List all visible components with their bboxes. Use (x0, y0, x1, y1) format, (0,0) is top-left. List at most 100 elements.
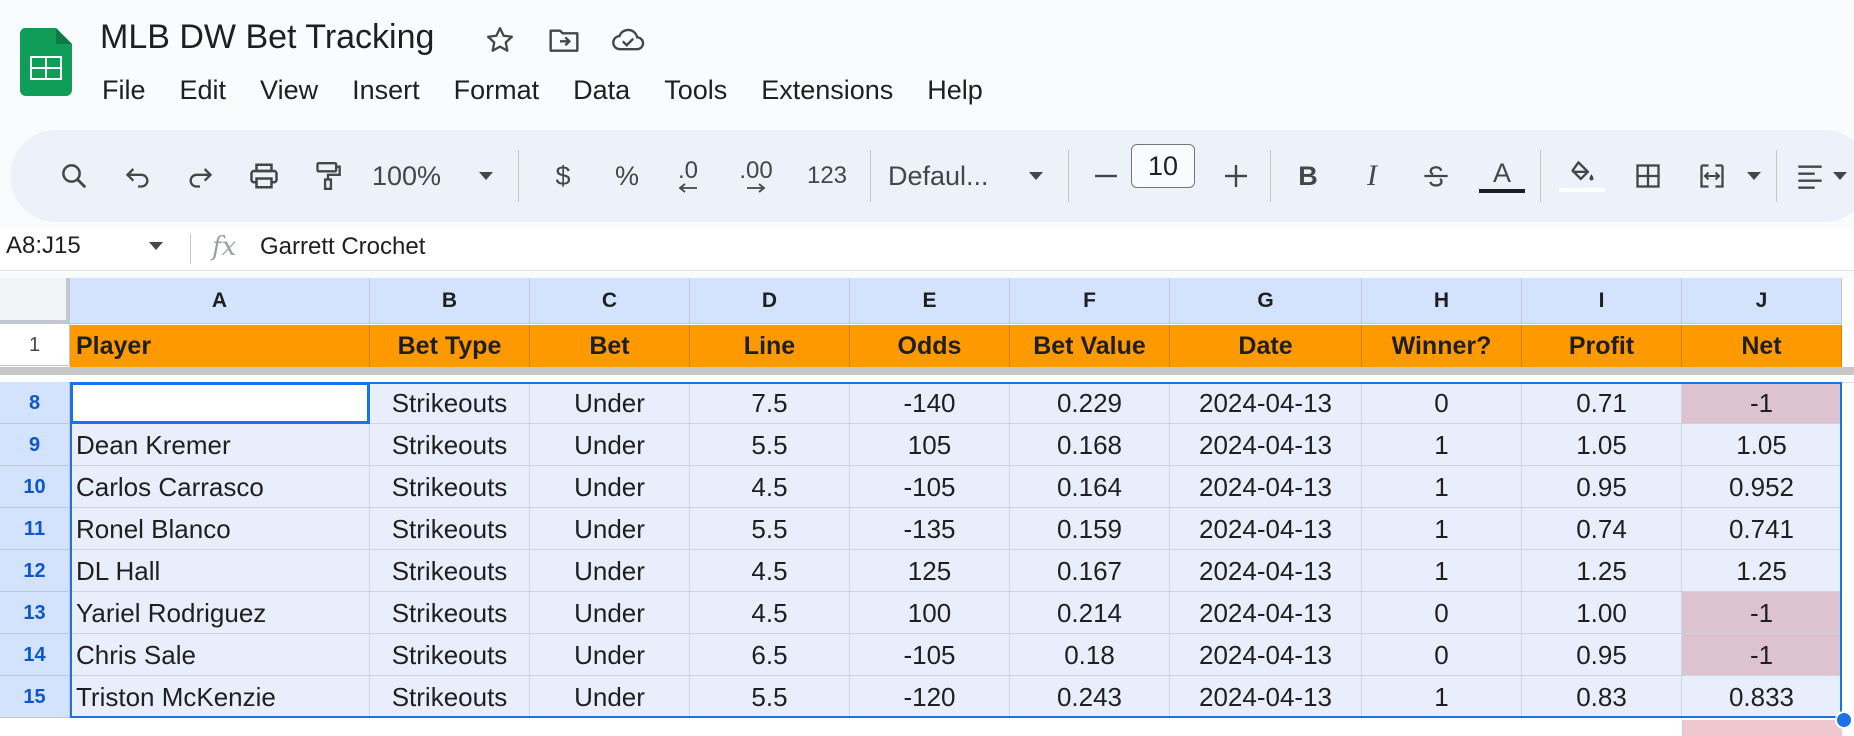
header-cell-e[interactable]: Odds (850, 325, 1010, 367)
cell-f14[interactable]: 0.18 (1010, 634, 1170, 676)
menu-format[interactable]: Format (437, 72, 557, 108)
fill-handle[interactable] (1835, 711, 1853, 729)
cell-d10[interactable]: 4.5 (690, 466, 850, 508)
row-header[interactable]: 13 (0, 592, 70, 634)
cell-j12[interactable]: 1.25 (1682, 550, 1842, 592)
header-cell-g[interactable]: Date (1170, 325, 1362, 367)
more-formats-button[interactable]: 123 (796, 130, 858, 222)
cell-i14[interactable]: 0.95 (1522, 634, 1682, 676)
column-header-h[interactable]: H (1362, 278, 1522, 324)
header-cell-j[interactable]: Net (1682, 325, 1842, 367)
header-cell-b[interactable]: Bet Type (370, 325, 530, 367)
cell-h13[interactable]: 0 (1362, 592, 1522, 634)
cell-f9[interactable]: 0.168 (1010, 424, 1170, 466)
header-cell-d[interactable]: Line (690, 325, 850, 367)
cell-c12[interactable]: Under (530, 550, 690, 592)
borders-icon[interactable] (1622, 130, 1674, 222)
column-header-i[interactable]: I (1522, 278, 1682, 324)
search-menus-icon[interactable] (46, 130, 102, 222)
cell-c13[interactable]: Under (530, 592, 690, 634)
cell-b15[interactable]: Strikeouts (370, 676, 530, 718)
menu-insert[interactable]: Insert (335, 72, 437, 108)
star-icon[interactable] (482, 22, 518, 58)
cell-g11[interactable]: 2024-04-13 (1170, 508, 1362, 550)
cell-h15[interactable]: 1 (1362, 676, 1522, 718)
cell-i10[interactable]: 0.95 (1522, 466, 1682, 508)
text-color-button[interactable]: A (1474, 130, 1530, 222)
cell-g10[interactable]: 2024-04-13 (1170, 466, 1362, 508)
menu-file[interactable]: File (88, 72, 163, 108)
name-box-dropdown-icon[interactable] (148, 238, 164, 256)
decrease-decimal-button[interactable]: .0 (662, 130, 714, 222)
undo-icon[interactable] (112, 130, 164, 222)
header-cell-h[interactable]: Winner? (1362, 325, 1522, 367)
frozen-row-divider[interactable] (0, 367, 1854, 375)
menu-extensions[interactable]: Extensions (744, 72, 910, 108)
cell-a14[interactable]: Chris Sale (70, 634, 370, 676)
cell-e8[interactable]: -140 (850, 382, 1010, 424)
header-cell-c[interactable]: Bet (530, 325, 690, 367)
cell-a9[interactable]: Dean Kremer (70, 424, 370, 466)
cell-g12[interactable]: 2024-04-13 (1170, 550, 1362, 592)
cloud-saved-icon[interactable] (610, 22, 646, 58)
font-family-select[interactable]: Defaul... (888, 130, 1016, 222)
increase-decimal-button[interactable]: .00 (726, 130, 786, 222)
horizontal-align-icon[interactable] (1788, 130, 1832, 222)
column-header-a[interactable]: A (70, 278, 370, 324)
align-dropdown-icon[interactable] (1832, 130, 1854, 222)
zoom-select[interactable]: 100% (372, 130, 462, 222)
cell-d14[interactable]: 6.5 (690, 634, 850, 676)
cell-g15[interactable]: 2024-04-13 (1170, 676, 1362, 718)
cell-d8[interactable]: 7.5 (690, 382, 850, 424)
move-to-folder-icon[interactable] (546, 22, 582, 58)
cell-i13[interactable]: 1.00 (1522, 592, 1682, 634)
cell-i11[interactable]: 0.74 (1522, 508, 1682, 550)
row-header[interactable]: 14 (0, 634, 70, 676)
cell-d13[interactable]: 4.5 (690, 592, 850, 634)
paint-format-icon[interactable] (302, 130, 354, 222)
cell-d12[interactable]: 4.5 (690, 550, 850, 592)
cell-g14[interactable]: 2024-04-13 (1170, 634, 1362, 676)
cell-e13[interactable]: 100 (850, 592, 1010, 634)
cell-h10[interactable]: 1 (1362, 466, 1522, 508)
cell-j10[interactable]: 0.952 (1682, 466, 1842, 508)
formula-input[interactable]: Garrett Crochet (260, 233, 425, 261)
cell-j9[interactable]: 1.05 (1682, 424, 1842, 466)
cell-c15[interactable]: Under (530, 676, 690, 718)
cell-i9[interactable]: 1.05 (1522, 424, 1682, 466)
redo-icon[interactable] (174, 130, 226, 222)
cell-j15[interactable]: 0.833 (1682, 676, 1842, 718)
strikethrough-icon[interactable] (1410, 130, 1462, 222)
row-header[interactable]: 10 (0, 466, 70, 508)
menu-data[interactable]: Data (556, 72, 647, 108)
cell-f11[interactable]: 0.159 (1010, 508, 1170, 550)
cell-e10[interactable]: -105 (850, 466, 1010, 508)
cell-b9[interactable]: Strikeouts (370, 424, 530, 466)
cell-h11[interactable]: 1 (1362, 508, 1522, 550)
cell-f8[interactable]: 0.229 (1010, 382, 1170, 424)
header-cell-f[interactable]: Bet Value (1010, 325, 1170, 367)
cell-b8[interactable]: Strikeouts (370, 382, 530, 424)
select-all-corner[interactable] (0, 278, 70, 324)
cell-i15[interactable]: 0.83 (1522, 676, 1682, 718)
cell-i8[interactable]: 0.71 (1522, 382, 1682, 424)
fill-color-button[interactable] (1554, 130, 1610, 222)
cell-e12[interactable]: 125 (850, 550, 1010, 592)
cell-h8[interactable]: 0 (1362, 382, 1522, 424)
menu-tools[interactable]: Tools (647, 72, 744, 108)
sheets-logo-icon[interactable] (19, 28, 73, 96)
cell-j13[interactable]: -1 (1682, 592, 1842, 634)
column-header-f[interactable]: F (1010, 278, 1170, 324)
merge-cells-icon[interactable] (1686, 130, 1738, 222)
cell-h12[interactable]: 1 (1362, 550, 1522, 592)
cell-b14[interactable]: Strikeouts (370, 634, 530, 676)
cell-j11[interactable]: 0.741 (1682, 508, 1842, 550)
menu-edit[interactable]: Edit (163, 72, 244, 108)
cell-h14[interactable]: 0 (1362, 634, 1522, 676)
font-family-dropdown-icon[interactable] (1018, 130, 1054, 222)
decrease-font-size-button[interactable] (1082, 130, 1130, 222)
cell-a8[interactable]: Garrett Crochet (70, 382, 370, 424)
menu-help[interactable]: Help (910, 72, 1000, 108)
cell-j14[interactable]: -1 (1682, 634, 1842, 676)
cell-b12[interactable]: Strikeouts (370, 550, 530, 592)
